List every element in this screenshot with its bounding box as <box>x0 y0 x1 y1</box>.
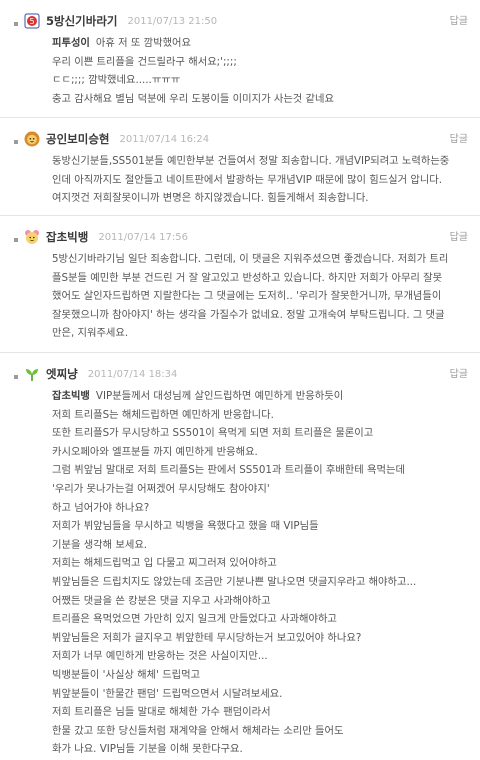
comment-line: 카시오페아와 엘프분들 까지 예민하게 반응해요. <box>52 445 258 458</box>
bullet-marker <box>14 238 18 242</box>
comment-date: 2011/07/14 18:34 <box>87 368 178 380</box>
comment-line: 저희가 뷔앞님들을 무시하고 빅뱅을 욕했다고 했을 때 VIP님들 <box>52 520 319 533</box>
comment-line: 만은, 지워주세요. <box>52 327 129 340</box>
comment-list: 5 5방신기바라기 2011/07/13 21:50 답글 피투성이 아휴 저 또… <box>0 0 480 760</box>
comment-item: 5 5방신기바라기 2011/07/13 21:50 답글 피투성이 아휴 저 또… <box>0 0 480 118</box>
comment-line: 트리플은 욕먹었으면 가만히 있지 일크게 만들었다고 사과해야하고 <box>52 613 337 626</box>
comment-line: ㄷㄷ;;;; 깜박했네요.....ㅠㅠㅠ <box>52 74 181 87</box>
comment-line: 했어도 살인자드립하면 지랄한다는 그 댓글에는 도저히.. '우리가 잘못한거… <box>52 290 442 303</box>
comment-item: 엣찌냥 2011/07/14 18:34 답글 잡초빅뱅 VIP분들께서 대성님께… <box>0 353 480 760</box>
comment-line: 한물 갔고 또한 당신들처럼 재계약을 안해서 해체라는 소리만 들어도 <box>52 724 344 737</box>
bullet-marker <box>14 22 18 26</box>
comment-line: 저희는 해체드립먹고 입 다물고 찌그러져 있어야하고 <box>52 557 277 570</box>
lion-face-icon <box>24 131 40 147</box>
comment-date: 2011/07/13 21:50 <box>127 15 218 27</box>
comment-body: 동방신기분들,SS501분들 예민한부분 건들여서 정말 죄송합니다. 개념VI… <box>52 152 466 208</box>
comment-line: 뷔앞분들이 '한물간 팬덤' 드립먹으면서 시달려보세요. <box>52 687 283 700</box>
commenter-nickname[interactable]: 잡초빅뱅 <box>46 229 88 245</box>
badge-icon: 5 <box>24 13 40 29</box>
reply-button[interactable]: 답글 <box>450 12 468 27</box>
comment-line: 저희가 너무 예민하게 반응하는 것은 사실이지만... <box>52 650 268 663</box>
comment-line: 5방신기바라기님 일단 죄송합니다. 그런데, 이 댓글은 지워주셨으면 좋겠습… <box>52 253 449 265</box>
comment-line: 저희 트리플S는 해체드립하면 예민하게 반응합니다. <box>52 408 274 421</box>
comment-header: 엣찌냥 2011/07/14 18:34 <box>24 363 466 385</box>
comment-line: '우리가 못나가는걸 어쩌겠어 무시당해도 참아야지' <box>52 482 270 495</box>
mention-nickname[interactable]: 잡초빅뱅 <box>52 390 90 402</box>
comment-header: 잡초빅뱅 2011/07/14 17:56 <box>24 226 466 248</box>
comment-line: 화가 나요. VIP님들 기분을 이해 못한다구요. <box>52 743 243 756</box>
flower-face-icon <box>24 229 40 245</box>
commenter-nickname[interactable]: 엣찌냥 <box>46 366 78 382</box>
comment-line: 빅뱅분들이 '사실상 해체' 드립먹고 <box>52 668 201 681</box>
comment-line: 우리 이쁜 트리플을 건드릴라구 해서요;';;;; <box>52 55 237 68</box>
comment-header: 공인보미승현 2011/07/14 16:24 <box>24 128 466 150</box>
comment-line: 충고 감사해요 별님 덕분에 우리 도봉이들 이미지가 사는것 같네요 <box>52 92 334 105</box>
comment-body: 5방신기바라기님 일단 죄송합니다. 그런데, 이 댓글은 지워주셨으면 좋겠습… <box>52 250 466 343</box>
comment-line: 잘못했으니까 참아야지' 하는 생각을 가질수가 없네요. 정말 고개숙여 부탁… <box>52 308 445 321</box>
bullet-marker <box>14 140 18 144</box>
comment-line: 그럼 뷔앞님 말대로 저희 트리플S는 판에서 SS501과 트리플이 후배한테… <box>52 464 405 477</box>
comment-line: 동방신기분들,SS501분들 예민한부분 건들여서 정말 죄송합니다. 개념VI… <box>52 155 450 167</box>
comment-date: 2011/07/14 17:56 <box>98 231 188 243</box>
comment-line: 뷔앞님들은 저희가 글지우고 뷔앞한테 무시당하는거 보고있어야 하나요? <box>52 631 362 644</box>
comment-header: 5 5방신기바라기 2011/07/13 21:50 <box>24 10 466 32</box>
sprout-icon <box>24 366 40 382</box>
comment-body: 피투성이 아휴 저 또 깜박했어요 우리 이쁜 트리플을 건드릴라구 해서요;';… <box>52 34 466 108</box>
comment-line: 뷔앞님들은 드립치지도 않았는데 조금만 기분나쁜 말나오면 댓글지우라고 해야… <box>52 575 417 588</box>
bullet-marker <box>14 375 18 379</box>
commenter-nickname[interactable]: 5방신기바라기 <box>46 13 117 29</box>
comment-item: 잡초빅뱅 2011/07/14 17:56 답글 5방신기바라기님 일단 죄송합… <box>0 216 480 353</box>
reply-button[interactable]: 답글 <box>450 130 468 145</box>
comment-line: 또한 트리플S가 무시당하고 SS501이 욕먹게 되면 저희 트리플은 물론이… <box>52 427 374 440</box>
comment-line: 어쨌든 댓글을 쓴 캉분은 댓글 지우고 사과해야하고 <box>52 594 271 607</box>
reply-button[interactable]: 답글 <box>450 228 468 243</box>
commenter-nickname[interactable]: 공인보미승현 <box>46 131 109 147</box>
comment-line: 잡초빅뱅 VIP분들께서 대성님께 살인드립하면 예민하게 반응하듯이 <box>52 390 344 402</box>
comment-line: 저희 트리플은 님들 말대로 해체한 가수 팬덤이라서 <box>52 706 271 719</box>
mention-nickname[interactable]: 피투성이 <box>52 37 90 49</box>
svg-text:5: 5 <box>29 17 34 26</box>
comment-line: 피투성이 아휴 저 또 깜박했어요 <box>52 37 191 49</box>
comment-line: 인데 아직까지도 절안들고 네이트판에서 발광하는 무개념VIP 때문에 많이 … <box>52 173 443 186</box>
comment-line: 기분을 생각해 보세요. <box>52 538 148 551</box>
comment-line: 여지껏건 저희잘못이니까 변명은 하지않겠습니다. 힘들게해서 죄송합니다. <box>52 192 369 205</box>
comment-line: 플S분들 예민한 부분 건드린 거 잘 알고있고 반성하고 있습니다. 하지만 … <box>52 271 443 284</box>
comment-body: 잡초빅뱅 VIP분들께서 대성님께 살인드립하면 예민하게 반응하듯이 저희 트리… <box>52 387 466 759</box>
comment-line: 하고 넘어가야 하나요? <box>52 501 150 514</box>
comment-item: 공인보미승현 2011/07/14 16:24 답글 동방신기분들,SS501분… <box>0 118 480 216</box>
comment-date: 2011/07/14 16:24 <box>119 133 210 145</box>
reply-button[interactable]: 답글 <box>450 365 468 380</box>
